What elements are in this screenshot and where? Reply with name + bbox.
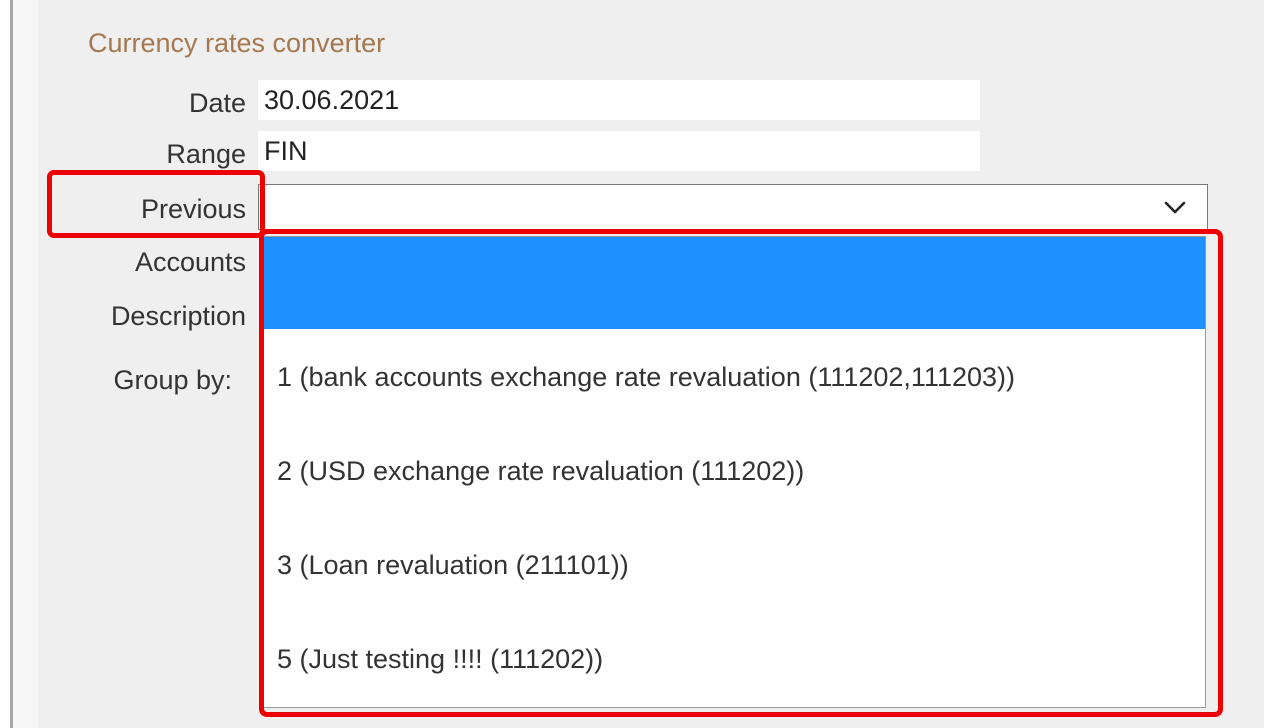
date-field[interactable]: 30.06.2021 <box>258 80 980 120</box>
dropdown-option-1[interactable]: 1 (bank accounts exchange rate revaluati… <box>263 331 1205 423</box>
window-left-gutter <box>13 0 38 728</box>
date-label: Date <box>188 88 246 118</box>
range-field[interactable]: FIN <box>258 131 980 171</box>
group-by-label: Group by: <box>113 365 232 395</box>
dropdown-option-3[interactable]: 3 (Loan revaluation (211101)) <box>263 519 1205 611</box>
dropdown-option-2[interactable]: 2 (USD exchange rate revaluation (111202… <box>263 425 1205 517</box>
previous-select[interactable] <box>258 184 1208 230</box>
previous-label: Previous <box>140 194 246 224</box>
dropdown-option-blank[interactable] <box>263 237 1205 329</box>
range-label: Range <box>166 139 246 169</box>
previous-dropdown-list: 1 (bank accounts exchange rate revaluati… <box>262 236 1206 708</box>
chevron-down-icon[interactable] <box>1163 195 1187 219</box>
dropdown-option-5[interactable]: 5 (Just testing !!!! (111202)) <box>263 613 1205 705</box>
description-label: Description <box>110 301 246 331</box>
accounts-label: Accounts <box>134 247 246 277</box>
form-title: Currency rates converter <box>88 28 386 58</box>
